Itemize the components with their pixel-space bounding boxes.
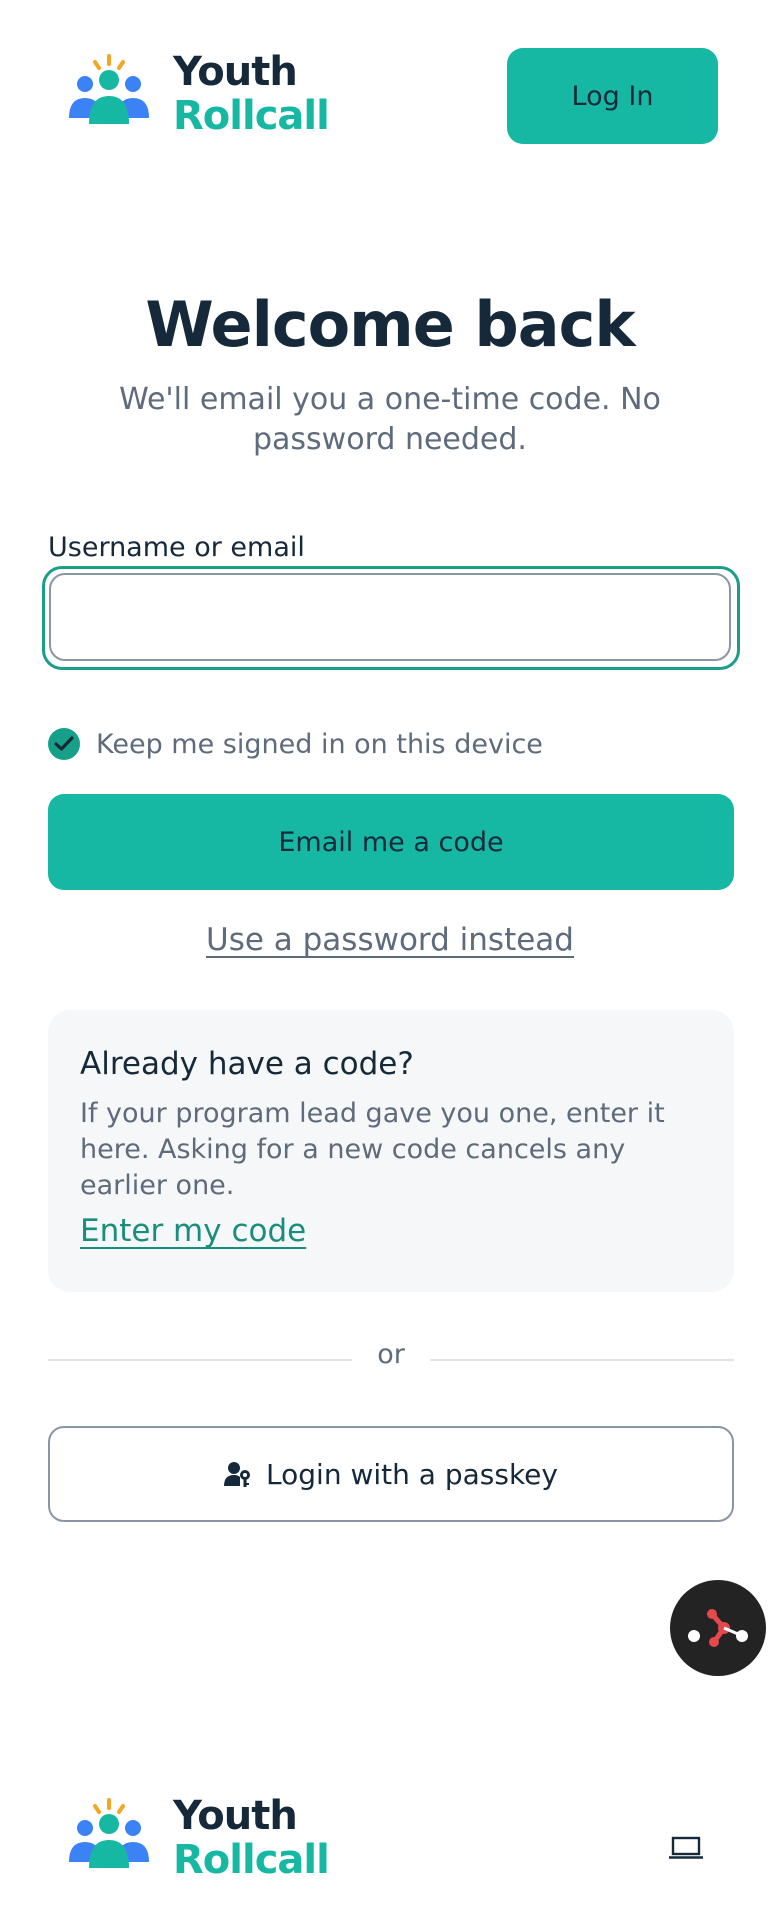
remember-me-checkbox[interactable] — [48, 728, 80, 760]
enter-code-link[interactable]: Enter my code — [80, 1213, 306, 1249]
page-subtitle: We'll email you a one-time code. No pass… — [119, 382, 661, 457]
brand-line-2: Rollcall — [173, 93, 330, 139]
footer-brand-logo[interactable]: Youth Rollcall — [67, 1793, 330, 1883]
passkey-login-button[interactable]: Login with a passkey — [48, 1426, 734, 1522]
username-input-focus-ring — [42, 566, 740, 670]
floating-helper-button[interactable] — [670, 1580, 766, 1676]
username-label: Username or email — [48, 532, 305, 563]
people-group-icon — [69, 54, 149, 124]
divider-line-right — [430, 1359, 734, 1361]
footer-brand-wordmark: Youth Rollcall — [173, 1793, 330, 1883]
code-card-body: If your program lead gave you one, enter… — [80, 1098, 665, 1201]
brand-logo[interactable]: Youth Rollcall — [67, 49, 330, 139]
login-button[interactable]: Log In — [507, 48, 718, 144]
or-divider: or — [48, 1339, 734, 1370]
share-graph-icon — [688, 1609, 748, 1647]
user-key-icon — [224, 1462, 251, 1487]
laptop-icon[interactable] — [669, 1836, 703, 1860]
email-code-button[interactable]: Email me a code — [48, 794, 734, 890]
footer-brand-line-1: Youth — [173, 1793, 298, 1839]
divider-label: or — [377, 1339, 405, 1370]
site-footer: Youth Rollcall — [0, 1780, 780, 1926]
site-header: Youth Rollcall Log In — [0, 0, 780, 190]
footer-brand-line-2: Rollcall — [173, 1837, 330, 1883]
page-title: Welcome back — [145, 288, 635, 361]
passkey-label: Login with a passkey — [266, 1457, 558, 1491]
username-input[interactable] — [49, 573, 731, 661]
people-group-icon — [69, 1798, 149, 1868]
checkmark-icon — [54, 736, 74, 751]
use-password-link[interactable]: Use a password instead — [206, 922, 574, 958]
existing-code-card: Already have a code? If your program lea… — [48, 1010, 734, 1292]
password-link-row: Use a password instead — [0, 922, 780, 958]
brand-line-1: Youth — [173, 49, 298, 95]
code-card-title: Already have a code? — [80, 1046, 414, 1082]
remember-me-label: Keep me signed in on this device — [96, 728, 543, 760]
brand-wordmark: Youth Rollcall — [173, 49, 330, 139]
remember-me-option[interactable]: Keep me signed in on this device — [48, 728, 543, 760]
